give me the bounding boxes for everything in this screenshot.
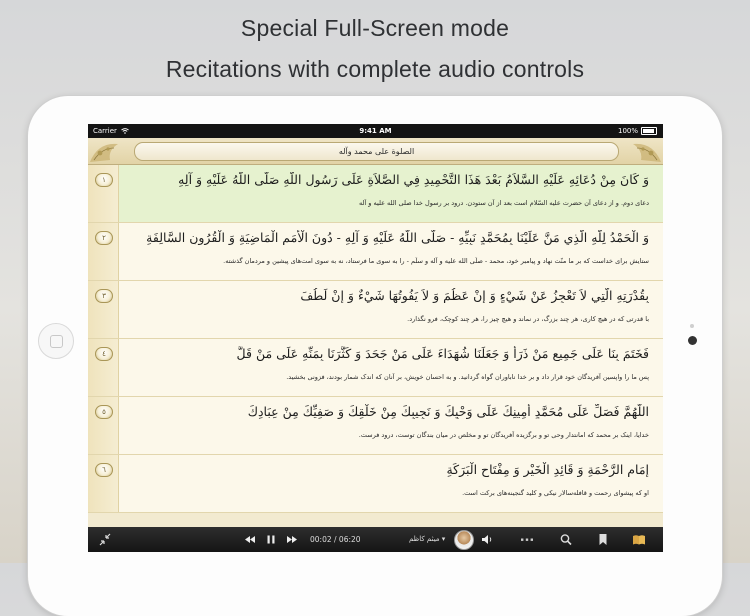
verse-row[interactable]: ٣ بِقُدْرَتِهِ الَّتِي لاَ تَعْجِزُ عَنْ… [88, 281, 663, 339]
verse-arabic: وَ كَانَ مِنْ دُعَائِهِ عَلَيْهِ السَّلا… [178, 172, 649, 187]
verse-gutter: ٢ [88, 223, 119, 280]
verse-number-badge: ٣ [95, 289, 113, 303]
verse-number-badge: ٦ [95, 463, 113, 477]
audio-player-bar: 00:02 / 06:20 میثم کاظم ▾ [88, 527, 663, 552]
battery-percent: 100% [617, 127, 638, 135]
verse-body: إِمَامِ الرَّحْمَةِ وَ قَائِدِ الْخَيْرِ… [119, 455, 663, 512]
verse-number-badge: ٢ [95, 231, 113, 245]
verse-gutter: ٥ [88, 397, 119, 454]
verse-arabic: إِمَامِ الرَّحْمَةِ وَ قَائِدِ الْخَيْرِ… [446, 462, 649, 477]
verse-arabic: وَ الْحَمْدُ لِلَّهِ الَّذِي مَنَّ عَلَي… [146, 230, 649, 245]
time-separator: / [331, 535, 339, 544]
verse-translation: با قدرتی که در هیچ کاری، هر چند بزرگ، در… [407, 315, 649, 323]
reciter-selector[interactable]: میثم کاظم ▾ [409, 535, 445, 543]
chapter-header: الصلوة على محمد وآله [88, 138, 663, 165]
bookmark-icon[interactable] [596, 533, 610, 546]
reciter-name: میثم کاظم [409, 535, 440, 543]
verse-number-badge: ٤ [95, 347, 113, 361]
more-dots-icon[interactable] [520, 533, 534, 546]
device-sensor [690, 324, 694, 328]
rewind-icon[interactable] [243, 533, 257, 546]
battery-indicator: 100% [618, 124, 657, 138]
verse-row[interactable]: ٦ إِمَامِ الرَّحْمَةِ وَ قَائِدِ الْخَيْ… [88, 455, 663, 513]
reciter-avatar[interactable] [454, 530, 474, 550]
pause-icon[interactable] [264, 533, 278, 546]
verse-gutter: ٤ [88, 339, 119, 396]
verse-list: ١ وَ كَانَ مِنْ دُعَائِهِ عَلَيْهِ السَّ… [88, 165, 663, 527]
collapse-arrows-icon[interactable] [98, 533, 112, 546]
verse-row[interactable]: ٢ وَ الْحَمْدُ لِلَّهِ الَّذِي مَنَّ عَل… [88, 223, 663, 281]
verse-number-badge: ١ [95, 173, 113, 187]
promo-headline-2: Recitations with complete audio controls [165, 56, 585, 82]
verse-translation: پس ما را واپسین آفریدگان خود قرار داد و … [286, 373, 649, 381]
verse-row[interactable]: ٥ اللَّهُمَّ فَصَلِّ عَلَى مُحَمَّدٍ أَم… [88, 397, 663, 455]
promo-headline-1: Special Full-Screen mode [240, 15, 510, 41]
app-screen: Carrier 9:41 AM 100% الصلوة على محمد وآل… [88, 124, 663, 552]
chapter-title: الصلوة على محمد وآله [134, 142, 619, 161]
verse-row[interactable]: ٤ فَخَتَمَ بِنَا عَلَى جَمِيعِ مَنْ ذَرَ… [88, 339, 663, 397]
open-book-icon[interactable] [632, 533, 646, 546]
clock: 9:41 AM [359, 127, 392, 135]
verse-translation: ستایش برای خداست که بر ما منّت نهاد و پی… [223, 257, 649, 265]
verse-arabic: بِقُدْرَتِهِ الَّتِي لاَ تَعْجِزُ عَنْ ش… [300, 288, 649, 303]
verse-body: وَ الْحَمْدُ لِلَّهِ الَّذِي مَنَّ عَلَي… [119, 223, 663, 280]
search-icon[interactable] [559, 533, 573, 546]
verse-translation: خدایا، اینک بر محمد که امانتدار وحی تو و… [358, 431, 649, 439]
speaker-icon[interactable] [480, 533, 494, 546]
verse-gutter: ١ [88, 165, 119, 222]
verse-row[interactable]: ١ وَ كَانَ مِنْ دُعَائِهِ عَلَيْهِ السَّ… [88, 165, 663, 223]
verse-gutter: ٣ [88, 281, 119, 338]
verse-body: اللَّهُمَّ فَصَلِّ عَلَى مُحَمَّدٍ أَمِي… [119, 397, 663, 454]
chevron-down-icon: ▾ [441, 535, 446, 543]
header-ornament-right-icon [633, 143, 661, 162]
playback-time: 00:02 / 06:20 [310, 535, 361, 544]
home-button[interactable] [38, 323, 74, 359]
battery-icon [641, 127, 657, 135]
fast-forward-icon[interactable] [285, 533, 299, 546]
verse-body: بِقُدْرَتِهِ الَّتِي لاَ تَعْجِزُ عَنْ ش… [119, 281, 663, 338]
verse-translation: دعای دوم. و از دعای آن حضرت علیه السّلام… [358, 199, 649, 207]
verse-gutter: ٦ [88, 455, 119, 512]
verse-body: فَخَتَمَ بِنَا عَلَى جَمِيعِ مَنْ ذَرَأَ… [119, 339, 663, 396]
verse-arabic: اللَّهُمَّ فَصَلِّ عَلَى مُحَمَّدٍ أَمِي… [247, 404, 649, 419]
verse-translation: او که پیشوای رحمت و قافله‌سالار نیکی و ک… [462, 489, 649, 497]
verse-body: وَ كَانَ مِنْ دُعَائِهِ عَلَيْهِ السَّلا… [119, 165, 663, 222]
status-bar: Carrier 9:41 AM 100% [88, 124, 663, 138]
total-duration: 06:20 [338, 535, 361, 544]
verse-arabic: فَخَتَمَ بِنَا عَلَى جَمِيعِ مَنْ ذَرَأَ… [236, 346, 649, 361]
verse-number-badge: ٥ [95, 405, 113, 419]
elapsed-time: 00:02 [310, 535, 332, 544]
device-camera [688, 336, 697, 345]
